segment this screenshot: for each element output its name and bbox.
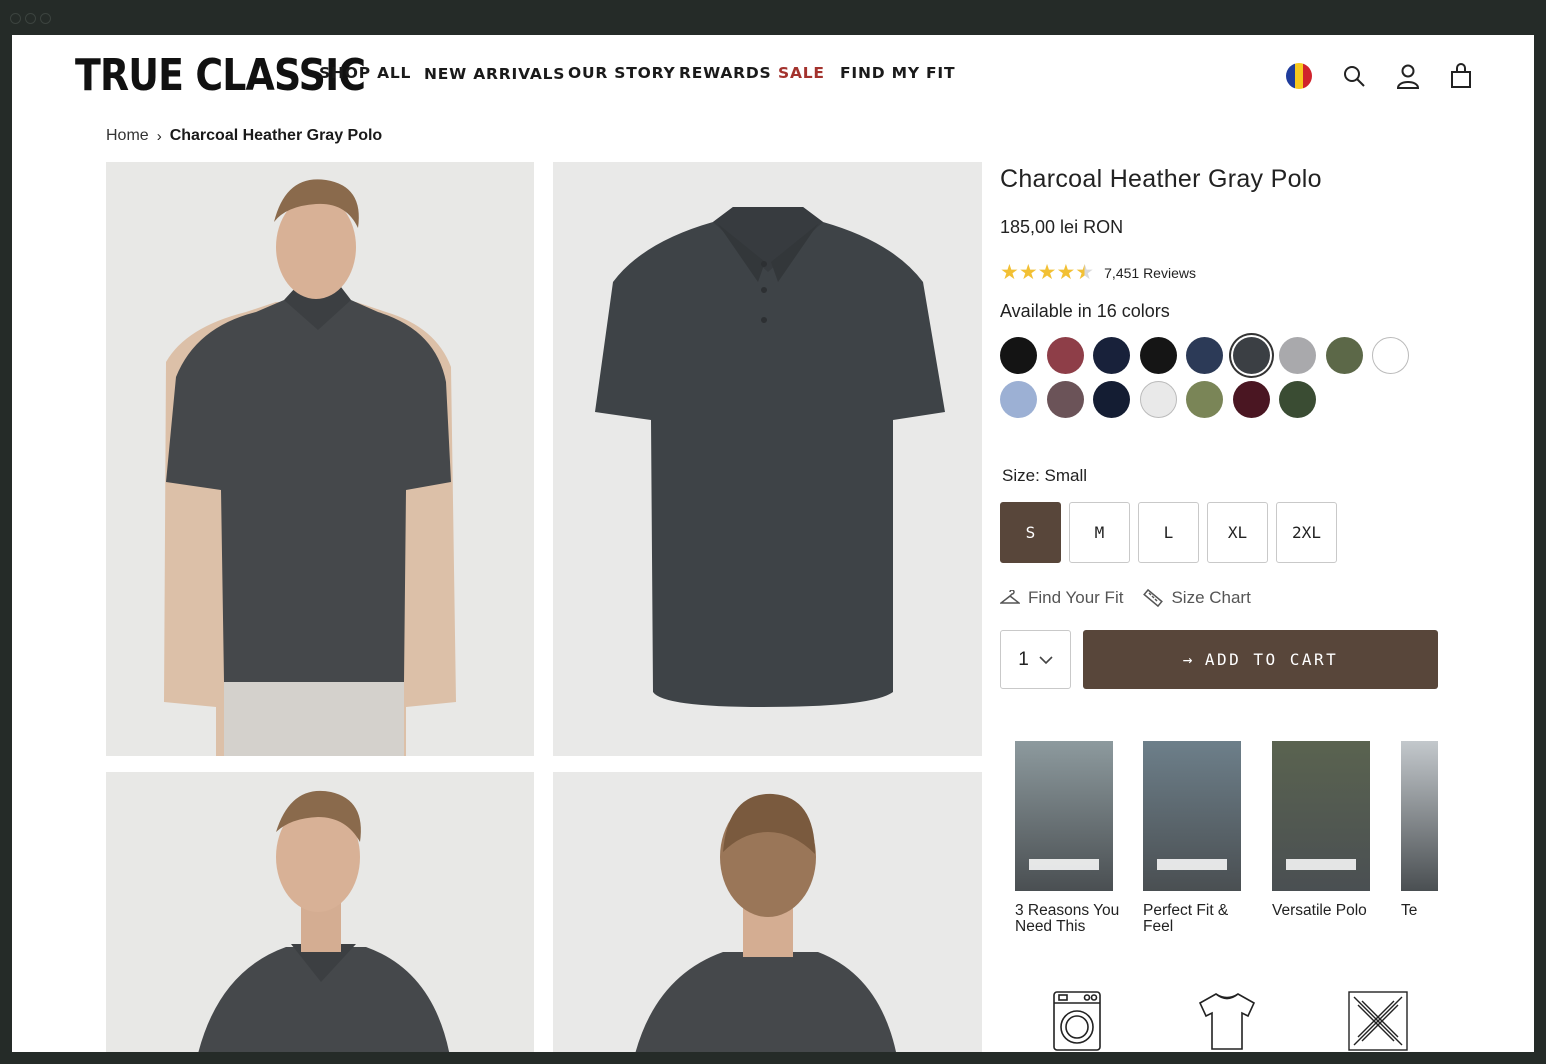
product-title: Charcoal Heather Gray Polo [1000, 165, 1322, 193]
colors-label: Available in 16 colors [1000, 301, 1170, 321]
buy-row: 1 → ADD TO CART [1000, 630, 1450, 689]
color-swatch[interactable] [1372, 337, 1409, 374]
size-option[interactable]: XL [1207, 502, 1268, 563]
nav-find-my-fit[interactable]: FIND MY FIT [840, 64, 955, 82]
color-swatch[interactable] [1046, 337, 1084, 374]
review-count[interactable]: 7,451 Reviews [1104, 265, 1196, 281]
quantity-value: 1 [1018, 648, 1029, 670]
size-option[interactable]: L [1138, 502, 1199, 563]
color-swatch[interactable] [1093, 337, 1130, 374]
size-option[interactable]: M [1069, 502, 1130, 563]
size-options: S M L XL 2XL [1000, 502, 1450, 563]
chevron-down-icon [1039, 655, 1053, 664]
size-chart-label: Size Chart [1171, 588, 1251, 607]
video-title: Versatile Polo [1272, 902, 1367, 919]
color-swatch[interactable] [1139, 337, 1177, 374]
color-swatch[interactable] [1000, 337, 1037, 374]
add-to-cart-label: ADD TO CART [1204, 650, 1339, 669]
product-image-flat[interactable] [553, 162, 982, 756]
ruler-icon [1143, 588, 1164, 608]
star-rating-fill: ★★★★★ [1000, 261, 1095, 284]
product-image-model-front[interactable] [106, 162, 534, 756]
video-carousel: 3 Reasons You Need This Perfect Fit & Fee… [1000, 741, 1438, 971]
video-thumbnail[interactable] [1272, 741, 1370, 891]
color-swatch[interactable] [1232, 337, 1270, 374]
color-swatch[interactable] [1279, 381, 1316, 418]
video-title: 3 Reasons You Need This [1015, 902, 1120, 935]
arrow-right-icon: → [1182, 650, 1195, 669]
color-swatch[interactable] [1093, 381, 1130, 418]
breadcrumb: Home › Charcoal Heather Gray Polo [106, 127, 382, 145]
window-controls [10, 13, 51, 24]
product-image-model-side[interactable] [106, 772, 534, 1052]
color-swatches [1000, 337, 1450, 418]
color-swatch[interactable] [1325, 337, 1363, 374]
no-iron-icon [1348, 991, 1408, 1052]
washing-machine-icon [1053, 991, 1101, 1052]
color-swatch[interactable] [1186, 337, 1223, 374]
size-chart-link[interactable]: Size Chart [1143, 588, 1251, 608]
video-thumbnail[interactable] [1401, 741, 1438, 891]
color-swatch[interactable] [1046, 381, 1084, 418]
video-caption-overlay [1286, 859, 1356, 870]
nav-our-story[interactable]: OUR STORY [568, 64, 676, 82]
size-label: Size: Small [1002, 466, 1088, 485]
nav-rewards[interactable]: REWARDS [679, 64, 772, 82]
find-your-fit-link[interactable]: Find Your Fit [1000, 588, 1123, 608]
star-rating-icon: ★★★★★ [1000, 261, 1095, 284]
product-image-model-back[interactable] [553, 772, 982, 1052]
video-thumbnail[interactable] [1015, 741, 1113, 891]
product-price: 185,00 lei RON [1000, 217, 1124, 237]
color-swatch[interactable] [1000, 381, 1037, 418]
cart-icon[interactable] [1446, 61, 1476, 91]
find-your-fit-label: Find Your Fit [1028, 588, 1124, 607]
size-option[interactable]: S [1000, 502, 1061, 563]
product-info: Charcoal Heather Gray Polo 185,00 lei RO… [1000, 165, 1450, 689]
breadcrumb-home[interactable]: Home [106, 127, 149, 145]
video-caption-overlay [1029, 859, 1099, 870]
breadcrumb-current: Charcoal Heather Gray Polo [169, 127, 383, 144]
product-rating[interactable]: ★★★★★ 7,451 Reviews [1000, 261, 1450, 284]
fit-links: Find Your Fit Size Chart [1000, 588, 1450, 608]
chevron-right-icon: › [156, 127, 162, 145]
color-swatch[interactable] [1232, 381, 1270, 418]
romania-flag-icon[interactable] [1284, 61, 1314, 91]
add-to-cart-button[interactable]: → ADD TO CART [1083, 630, 1438, 689]
nav-new-arrivals[interactable]: NEW ARRIVALS [424, 65, 565, 83]
nav-sale[interactable]: SALE [778, 64, 825, 82]
color-swatch[interactable] [1186, 381, 1223, 418]
video-card[interactable]: Perfect Fit & Feel [1143, 741, 1253, 935]
browser-page: TRUE CLASSIC SHOP ALL NEW ARRIVALS OUR S… [12, 35, 1534, 1052]
hanger-icon [1000, 590, 1020, 604]
search-icon[interactable] [1339, 61, 1369, 91]
t-shirt-icon [1196, 991, 1258, 1052]
video-caption-overlay [1157, 859, 1227, 870]
video-title: Te [1401, 902, 1418, 919]
color-swatch[interactable] [1279, 337, 1316, 374]
size-option[interactable]: 2XL [1276, 502, 1337, 563]
nav-shop-all[interactable]: SHOP ALL [319, 64, 411, 82]
quantity-select[interactable]: 1 [1000, 630, 1071, 689]
video-card[interactable]: 3 Reasons You Need This [1015, 741, 1125, 935]
color-swatch[interactable] [1139, 381, 1177, 418]
video-card[interactable]: Te [1401, 741, 1438, 919]
video-thumbnail[interactable] [1143, 741, 1241, 891]
account-icon[interactable] [1393, 61, 1423, 91]
video-card[interactable]: Versatile Polo [1272, 741, 1382, 919]
video-title: Perfect Fit & Feel [1143, 902, 1229, 935]
